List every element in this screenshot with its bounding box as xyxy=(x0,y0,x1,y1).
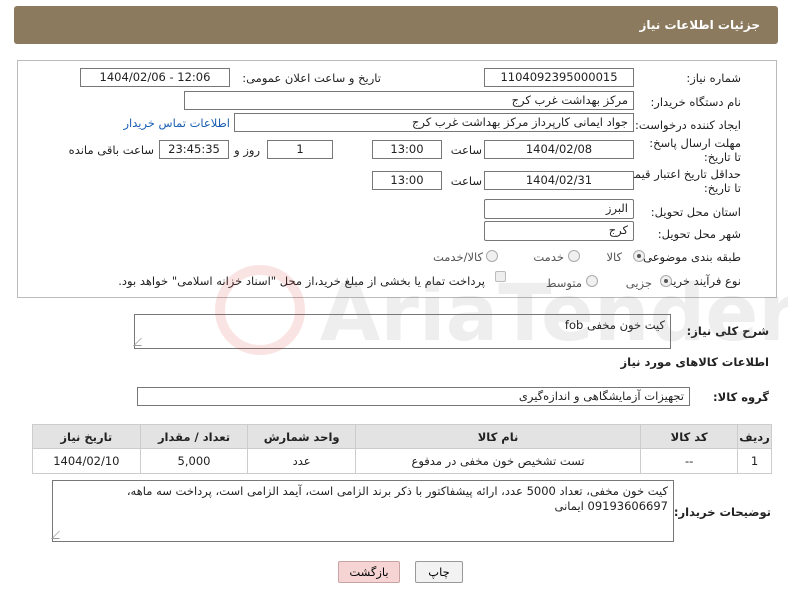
payment-note: پرداخت تمام یا بخشی از مبلغ خرید،از محل … xyxy=(118,274,485,288)
buyer-notes-field: کیت خون مخفی، تعداد 5000 عدد، ارائه پیشف… xyxy=(52,480,674,542)
cell-date: 1404/02/10 xyxy=(32,448,141,474)
summary-label: شرح کلی نیاز: xyxy=(686,324,769,338)
category-goods-service-radio[interactable] xyxy=(486,250,498,262)
col-date: تاریخ نیاز xyxy=(32,424,141,449)
col-row: ردیف xyxy=(737,424,772,449)
category-service-radio[interactable] xyxy=(568,250,580,262)
col-unit: واحد شمارش xyxy=(247,424,356,449)
buyer-contact-link[interactable]: اطلاعات تماس خریدار xyxy=(123,116,230,130)
province-label: استان محل تحویل: xyxy=(650,205,741,219)
treasury-checkbox[interactable] xyxy=(495,271,506,282)
validity-time-field: 13:00 xyxy=(372,171,442,190)
items-table: ردیف کد کالا نام کالا واحد شمارش تعداد /… xyxy=(32,424,772,474)
summary-text: کیت خون مخفی fob xyxy=(564,318,665,332)
province-field: البرز xyxy=(484,199,634,219)
cell-qty: 5,000 xyxy=(139,448,249,474)
remaining-time-label: ساعت باقی مانده xyxy=(68,143,154,157)
category-goods-radio[interactable] xyxy=(633,250,645,262)
city-label: شهر محل تحویل: xyxy=(657,227,741,241)
buyer-notes-label: توضیحات خریدار: xyxy=(673,505,771,519)
category-goods-service-label: کالا/خدمت xyxy=(432,250,483,264)
cell-code: -- xyxy=(640,448,739,474)
requester-field: جواد ایمانی کارپرداز مرکز بهداشت غرب کرج xyxy=(234,113,634,132)
back-button[interactable]: بازگشت xyxy=(338,561,400,583)
need-number-label: شماره نیاز: xyxy=(686,71,741,85)
cell-unit: عدد xyxy=(247,448,356,474)
buyer-notes-line-2: 09193606697 ایمانی xyxy=(554,499,668,513)
buyer-org-field: مرکز بهداشت غرب کرج xyxy=(184,91,634,110)
reply-time-field: 13:00 xyxy=(372,140,442,159)
category-service-label: خدمت xyxy=(533,250,564,264)
reply-deadline-label: مهلت ارسال پاسخ: تا تاریخ: xyxy=(649,136,741,164)
process-medium-label: متوسط xyxy=(545,276,582,290)
col-name: نام کالا xyxy=(354,424,642,449)
validity-time-label: ساعت xyxy=(450,174,482,188)
validity-date-field: 1404/02/31 xyxy=(484,171,634,190)
buyer-notes-line-1: کیت خون مخفی، تعداد 5000 عدد، ارائه پیشف… xyxy=(126,484,668,498)
cell-name: تست تشخیص خون مخفی در مدفوع xyxy=(354,448,642,474)
process-minor-radio[interactable] xyxy=(660,275,672,287)
remaining-time-field: 23:45:35 xyxy=(159,140,229,159)
reply-time-label: ساعت xyxy=(450,143,482,157)
goods-section-title: اطلاعات کالاهای مورد نیاز xyxy=(620,355,769,369)
reply-date-field: 1404/02/08 xyxy=(484,140,634,159)
need-number-field: 1104092395000015 xyxy=(484,68,634,87)
goods-group-label: گروه کالا: xyxy=(713,390,769,404)
table-row: 1 -- تست تشخیص خون مخفی در مدفوع عدد 5,0… xyxy=(32,448,772,474)
category-goods-label: کالا xyxy=(606,250,622,264)
process-medium-radio[interactable] xyxy=(586,275,598,287)
announce-label: تاریخ و ساعت اعلان عمومی: xyxy=(242,71,381,85)
days-field: 1 xyxy=(267,140,333,159)
summary-field: کیت خون مخفی fob xyxy=(134,314,671,349)
cell-row: 1 xyxy=(737,448,772,474)
col-code: کد کالا xyxy=(640,424,739,449)
announce-field: 1404/02/06 - 12:06 xyxy=(80,68,230,87)
goods-group-field: تجهیزات آزمایشگاهی و اندازه‌گیری xyxy=(137,387,690,406)
page-header: جزئیات اطلاعات نیاز xyxy=(14,6,778,44)
page-title: جزئیات اطلاعات نیاز xyxy=(639,18,760,32)
items-table-header: ردیف کد کالا نام کالا واحد شمارش تعداد /… xyxy=(32,424,772,449)
days-label: روز و xyxy=(234,143,260,157)
buyer-org-label: نام دستگاه خریدار: xyxy=(650,95,741,109)
process-minor-label: جزیی xyxy=(625,276,652,290)
category-label: طبقه بندی موضوعی: xyxy=(639,250,741,264)
city-field: کرج xyxy=(484,221,634,241)
col-qty: تعداد / مقدار xyxy=(139,424,249,449)
print-button[interactable]: چاپ xyxy=(415,561,463,583)
requester-label: ایجاد کننده درخواست: xyxy=(635,118,741,132)
